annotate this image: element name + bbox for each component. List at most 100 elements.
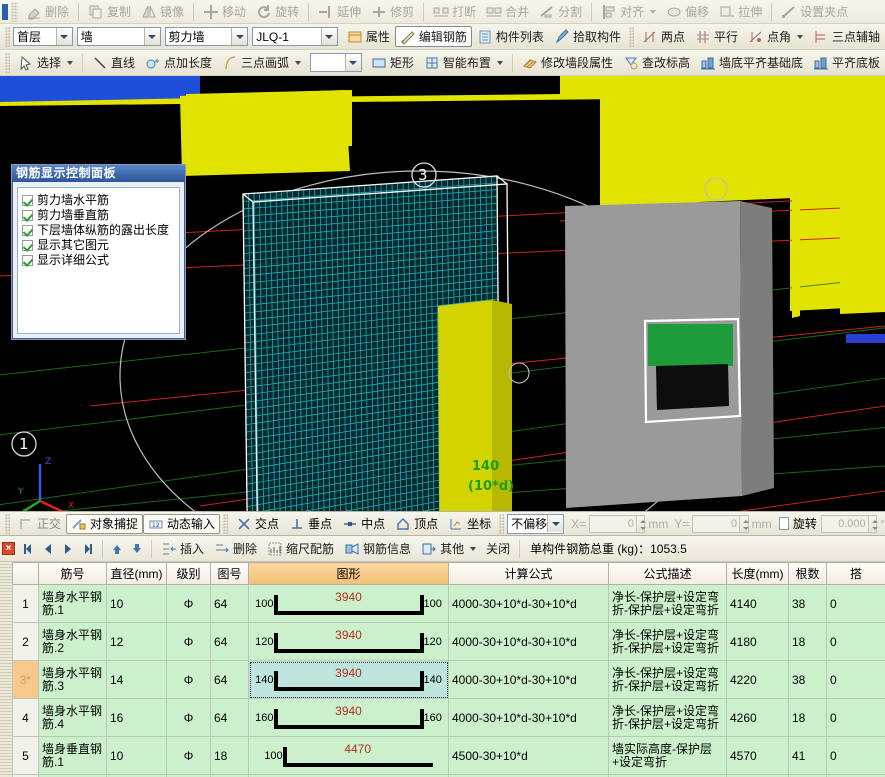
- chevron-down-icon[interactable]: [67, 60, 74, 65]
- align-slab-button[interactable]: 平齐底板: [808, 52, 885, 73]
- prev-record-button[interactable]: [38, 539, 58, 559]
- rebar-table-container[interactable]: 筋号 直径(mm) 级别 图号 图形 计算公式 公式描述 长度(mm) 根数 搭…: [0, 562, 885, 777]
- toolbar-grip[interactable]: [5, 26, 10, 47]
- rebar-extra[interactable]: 0: [826, 660, 885, 699]
- next-record-button[interactable]: [58, 539, 78, 559]
- rebar-shape[interactable]: 120 3940 120: [248, 622, 449, 661]
- checkbox-checked-icon[interactable]: [22, 239, 33, 251]
- row-index[interactable]: 3*: [12, 660, 39, 699]
- delete-button[interactable]: 删除: [21, 1, 74, 22]
- col-header-formula[interactable]: 计算公式: [448, 562, 609, 585]
- rebar-length[interactable]: 4220: [726, 660, 789, 699]
- col-header-length[interactable]: 长度(mm): [726, 562, 789, 585]
- coordinate-snap-button[interactable]: 坐标: [443, 514, 496, 534]
- split-button[interactable]: 分割: [534, 1, 587, 22]
- rectangle-button[interactable]: 矩形: [366, 52, 419, 73]
- set-grip-button[interactable]: 设置夹点: [776, 1, 853, 22]
- rebar-description[interactable]: 净长-保护层+设定弯折-保护层+设定弯折: [608, 622, 727, 661]
- col-header-diameter[interactable]: 直径(mm): [106, 562, 167, 585]
- rebar-length[interactable]: 4260: [726, 698, 789, 737]
- rebar-description[interactable]: 墙实际高度-保护层+设定弯折: [608, 736, 727, 775]
- pick-component-button[interactable]: 拾取构件: [549, 26, 626, 47]
- col-header-extra[interactable]: 搭: [826, 562, 885, 585]
- rebar-count[interactable]: 18: [788, 698, 827, 737]
- rebar-extra[interactable]: 0: [826, 736, 885, 775]
- rebar-count[interactable]: 38: [788, 584, 827, 623]
- object-snap-toggle[interactable]: 对象捕捉: [66, 513, 144, 534]
- rebar-name[interactable]: 墙身水平钢筋.2: [38, 622, 107, 661]
- component-list-button[interactable]: 构件列表: [472, 26, 549, 47]
- category-combo[interactable]: 墙: [76, 27, 161, 46]
- offset-button[interactable]: 偏移: [661, 1, 714, 22]
- draw-style-combo[interactable]: [310, 53, 362, 72]
- checkbox-checked-icon[interactable]: [22, 254, 33, 266]
- option-row-vertical-rebar[interactable]: 剪力墙垂直筋: [22, 208, 175, 222]
- extend-button[interactable]: 延伸: [313, 1, 366, 22]
- row-index[interactable]: 4: [12, 698, 39, 737]
- rotate-button[interactable]: 旋转: [251, 1, 304, 22]
- line-button[interactable]: 直线: [87, 52, 140, 73]
- col-header-index[interactable]: [12, 562, 39, 585]
- ortho-toggle[interactable]: 正交: [13, 514, 66, 534]
- rebar-display-control-panel[interactable]: 钢筋显示控制面板 剪力墙水平筋 剪力墙垂直筋 下层墙体纵筋的露出长度 显示其它图…: [11, 164, 186, 340]
- delete-row-button[interactable]: 删除: [209, 538, 262, 559]
- col-header-shape[interactable]: 图形: [248, 562, 449, 585]
- last-record-button[interactable]: [78, 539, 98, 559]
- y-spinner[interactable]: [740, 514, 749, 533]
- row-index[interactable]: 5: [12, 736, 39, 775]
- statusbar-grip[interactable]: [223, 513, 229, 534]
- move-down-button[interactable]: [127, 539, 147, 559]
- chevron-down-icon[interactable]: [143, 28, 160, 45]
- rebar-length[interactable]: 4140: [726, 584, 789, 623]
- checkbox-checked-icon[interactable]: [22, 194, 33, 206]
- col-header-count[interactable]: 根数: [788, 562, 827, 585]
- rebar-name[interactable]: 墙身水平钢筋.1: [38, 584, 107, 623]
- y-input[interactable]: 0: [692, 514, 741, 533]
- align-wall-base-button[interactable]: 墙底平齐基础底: [695, 52, 808, 73]
- scale-rebar-button[interactable]: 缩尺配筋: [262, 538, 339, 559]
- member-combo[interactable]: JLQ-1: [252, 27, 338, 46]
- option-row-lower-wall-exposed[interactable]: 下层墙体纵筋的露出长度: [22, 223, 175, 237]
- rebar-diameter[interactable]: 14: [106, 660, 167, 699]
- floor-combo[interactable]: 首层: [13, 27, 73, 46]
- dynamic-input-toggle[interactable]: 12 动态输入: [143, 513, 221, 534]
- rebar-length[interactable]: 4180: [726, 622, 789, 661]
- chevron-down-icon[interactable]: [797, 34, 803, 39]
- row-index[interactable]: 2: [12, 622, 39, 661]
- rebar-diameter[interactable]: 10: [106, 584, 167, 623]
- rebar-count[interactable]: 38: [788, 660, 827, 699]
- rebar-diameter[interactable]: 12: [106, 622, 167, 661]
- mirror-button[interactable]: 镜像: [136, 1, 189, 22]
- col-header-shape-no[interactable]: 图号: [210, 562, 249, 585]
- smart-layout-button[interactable]: 智能布置: [419, 52, 508, 73]
- other-button[interactable]: 其他: [416, 538, 481, 559]
- row-index[interactable]: 1: [12, 584, 39, 623]
- rebar-info-button[interactable]: 钢筋信息: [339, 538, 416, 559]
- rebar-name[interactable]: 墙身水平钢筋.3: [38, 660, 107, 699]
- midpoint-snap-button[interactable]: 中点: [337, 514, 390, 534]
- rebar-table[interactable]: 筋号 直径(mm) 级别 图号 图形 计算公式 公式描述 长度(mm) 根数 搭…: [12, 562, 885, 777]
- toolbar-grip[interactable]: [5, 52, 10, 73]
- table-row[interactable]: 1 墙身水平钢筋.1 10 Φ 64 100 3940 100 4000-30+…: [12, 584, 885, 623]
- rebar-grade[interactable]: Φ: [166, 622, 211, 661]
- chevron-down-icon[interactable]: [295, 60, 302, 65]
- align-button[interactable]: 对齐: [596, 1, 661, 22]
- table-row[interactable]: 5 墙身垂直钢筋.1 10 Φ 18 100 4470 4500-30+10*d…: [12, 736, 885, 775]
- rebar-formula[interactable]: 4500-30+10*d: [448, 736, 609, 775]
- option-row-horizontal-rebar[interactable]: 剪力墙水平筋: [22, 193, 175, 207]
- rebar-length[interactable]: 4570: [726, 736, 789, 775]
- break-button[interactable]: 打断: [428, 1, 481, 22]
- col-header-description[interactable]: 公式描述: [608, 562, 727, 585]
- option-row-show-other-elements[interactable]: 显示其它图元: [22, 238, 175, 252]
- rebar-shape[interactable]: 160 3940 160: [248, 698, 449, 737]
- rebar-grade[interactable]: Φ: [166, 698, 211, 737]
- statusbar-grip[interactable]: [499, 513, 505, 534]
- rebar-shape-no[interactable]: 64: [210, 660, 249, 699]
- rebar-diameter[interactable]: 10: [106, 736, 167, 775]
- rebar-diameter[interactable]: 16: [106, 698, 167, 737]
- chevron-down-icon[interactable]: [55, 28, 72, 45]
- two-point-button[interactable]: 两点: [637, 26, 690, 47]
- toolbar-grip[interactable]: [628, 26, 634, 47]
- close-icon[interactable]: ×: [2, 542, 15, 555]
- chevron-down-icon[interactable]: [344, 54, 361, 71]
